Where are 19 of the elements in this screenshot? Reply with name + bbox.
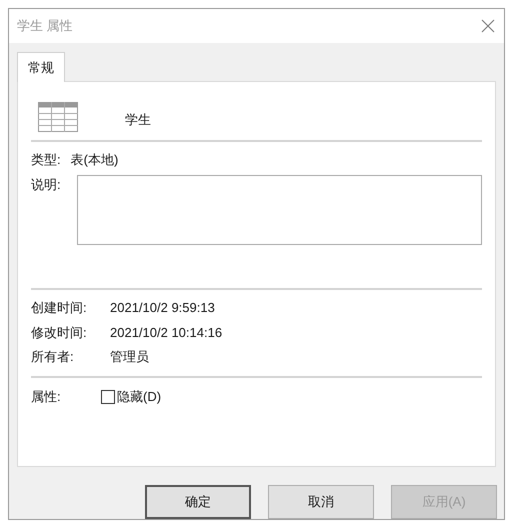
dialog-button[interactable]: 取消 bbox=[268, 485, 374, 519]
info-label: 修改时间: bbox=[31, 324, 88, 342]
info-value: 管理员 bbox=[110, 348, 149, 366]
info-label: 所有者: bbox=[31, 348, 75, 366]
type-value: 表(本地) bbox=[70, 150, 118, 169]
tab[interactable]: 常规 bbox=[17, 52, 65, 82]
close-icon[interactable] bbox=[480, 18, 496, 34]
info-value: 2021/10/2 10:14:16 bbox=[110, 324, 222, 342]
dialog-button[interactable]: 确定 bbox=[145, 485, 251, 519]
description-field[interactable] bbox=[77, 175, 482, 246]
window-title: 学生 属性 bbox=[17, 17, 73, 36]
type-label: 类型: bbox=[31, 150, 61, 169]
attributes-label: 属性: bbox=[31, 388, 62, 406]
info-label: 创建时间: bbox=[31, 299, 88, 318]
info-value: 2021/10/2 9:59:13 bbox=[110, 299, 215, 318]
description-label: 说明: bbox=[31, 176, 62, 194]
table-icon bbox=[38, 102, 78, 132]
hidden-checkbox[interactable]: 隐藏(D) bbox=[101, 386, 162, 406]
object-name: 学生 bbox=[125, 111, 151, 130]
